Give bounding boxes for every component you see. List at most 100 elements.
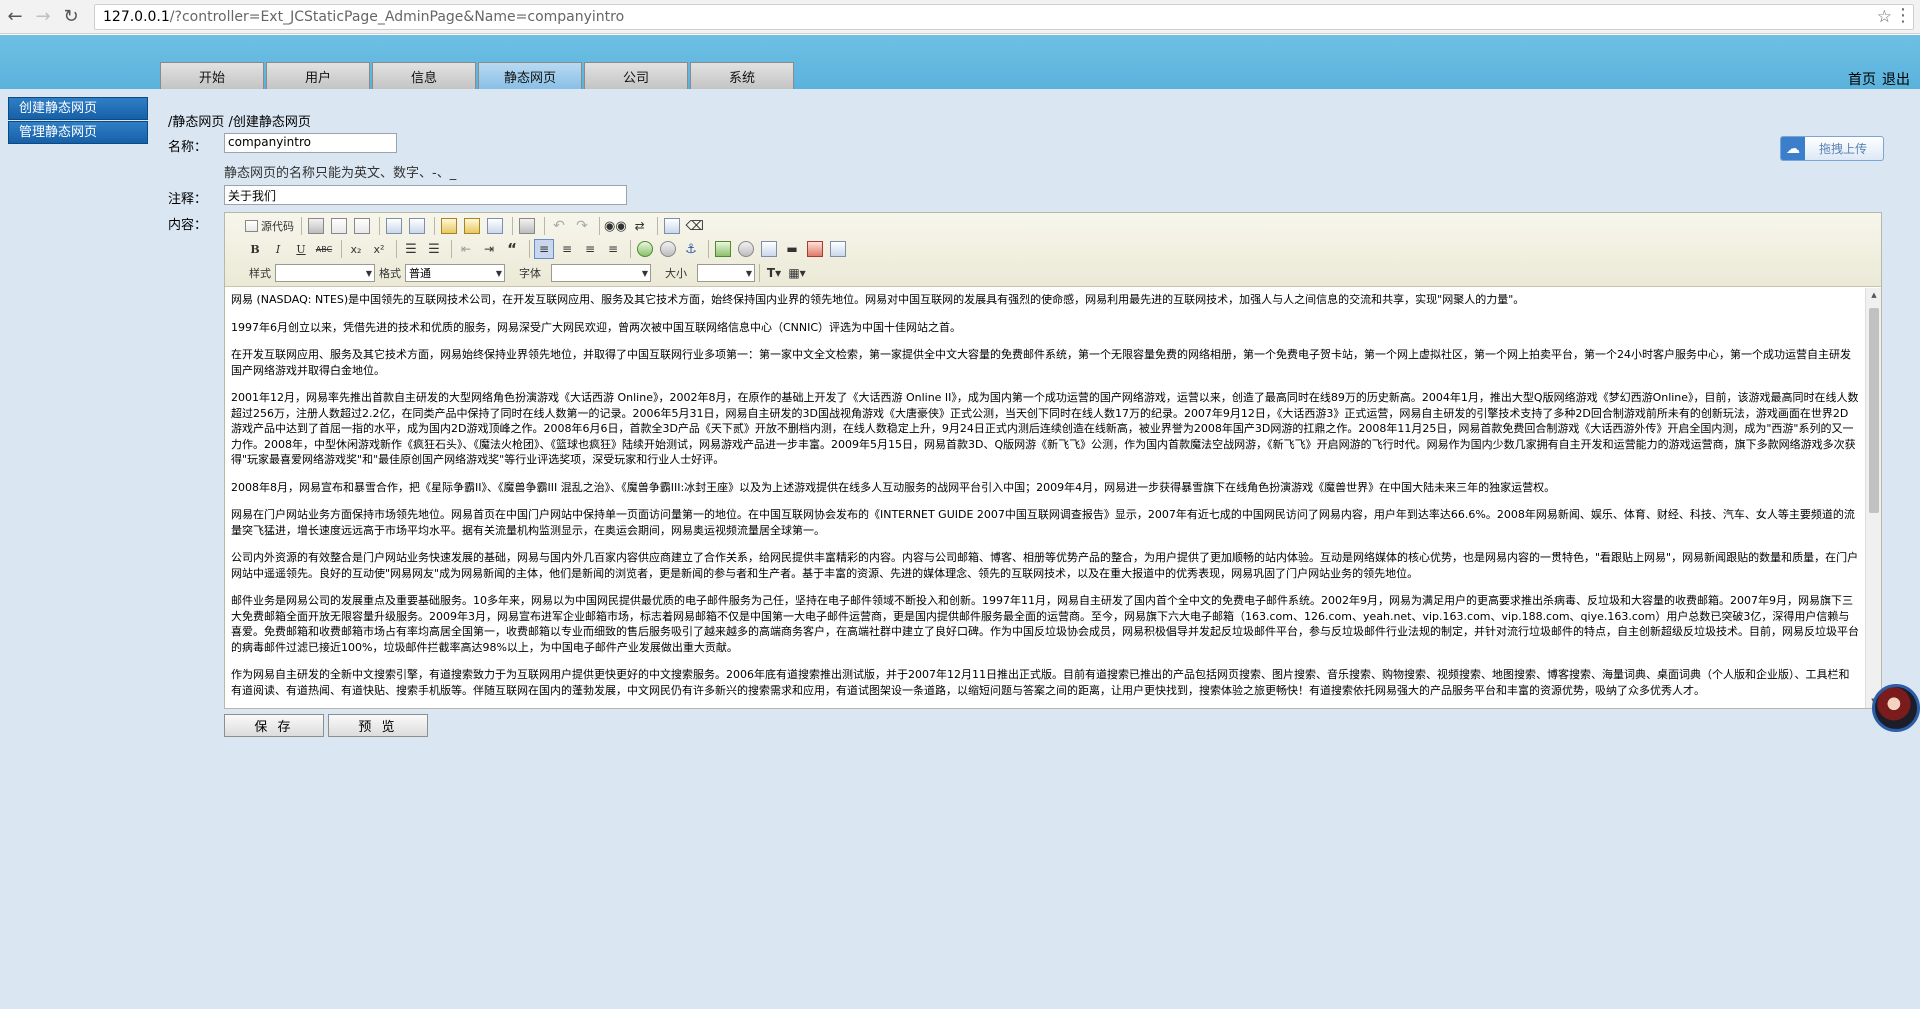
tab-users[interactable]: 用户	[266, 62, 370, 89]
italic-button[interactable]: I	[268, 239, 288, 259]
subscript-button[interactable]: x₂	[346, 239, 366, 259]
reload-icon[interactable]: ↻	[58, 4, 84, 30]
image-button[interactable]	[713, 239, 733, 259]
editor-toolbar: 源代码 ↶ ↷ ◉◉ ⇄ ⌫ B I U ABC x₂ x² ☰ ☰ ⇤ ⇥ “…	[225, 213, 1881, 287]
horizontal-rule-button[interactable]: ▬	[782, 239, 802, 259]
drag-upload-button[interactable]: ☁ 拖拽上传	[1780, 136, 1884, 161]
bulleted-list-icon: ☰	[428, 241, 440, 257]
select-all-button[interactable]	[662, 216, 682, 236]
smiley-button[interactable]	[805, 239, 825, 259]
redo-button[interactable]: ↷	[572, 216, 592, 236]
logout-link[interactable]: 退出	[1882, 72, 1910, 88]
style-dropdown[interactable]: ▼	[275, 264, 375, 282]
tab-system[interactable]: 系统	[690, 62, 794, 89]
editor-scrollbar[interactable]: ▲ ▼	[1865, 288, 1881, 708]
align-left-icon: ≡	[538, 242, 550, 256]
anchor-button[interactable]: ⚓	[681, 239, 701, 259]
align-center-button[interactable]: ≡	[557, 239, 577, 259]
paste-text-button[interactable]	[462, 216, 482, 236]
image-icon	[715, 241, 731, 257]
table-icon	[761, 241, 777, 257]
scrollbar-thumb[interactable]	[1869, 308, 1879, 513]
source-code-label: 源代码	[261, 220, 294, 233]
print-button[interactable]	[517, 216, 537, 236]
superscript-button[interactable]: x²	[369, 239, 389, 259]
toolbar-separator	[529, 240, 530, 258]
editor-content[interactable]: 网易 (NASDAQ: NTES)是中国领先的互联网技术公司，在开发互联网应用、…	[225, 288, 1865, 708]
undo-button[interactable]: ↶	[549, 216, 569, 236]
table-button[interactable]	[759, 239, 779, 259]
size-dropdown[interactable]: ▼	[697, 264, 755, 282]
tab-start[interactable]: 开始	[160, 62, 264, 89]
tab-info[interactable]: 信息	[372, 62, 476, 89]
toolbar-separator	[512, 217, 513, 235]
floating-avatar[interactable]	[1872, 684, 1920, 732]
name-input[interactable]: companyintro	[224, 133, 397, 153]
home-link[interactable]: 首页	[1848, 72, 1876, 88]
quote-icon: “	[507, 240, 517, 258]
tab-company[interactable]: 公司	[584, 62, 688, 89]
outdent-icon: ⇤	[460, 242, 472, 256]
bold-button[interactable]: B	[245, 239, 265, 259]
toolbar-row-3: 样式 ▼ 格式 普通 ▼ 字体 ▼ 大小 ▼ T▾ ▦▾	[245, 262, 810, 284]
text-color-button[interactable]: T▾	[764, 263, 784, 283]
scroll-up-icon[interactable]: ▲	[1866, 288, 1882, 302]
style-label: 样式	[249, 267, 271, 280]
smiley-icon	[807, 241, 823, 257]
underline-button[interactable]: U	[291, 239, 311, 259]
toolbar-separator	[451, 240, 452, 258]
main-tabs: 开始 用户 信息 静态网页 公司 系统	[160, 62, 796, 89]
save-doc-button[interactable]	[306, 216, 326, 236]
format-label: 格式	[379, 267, 401, 280]
paste-word-button[interactable]	[485, 216, 505, 236]
back-icon[interactable]: ←	[2, 4, 28, 30]
align-left-button[interactable]: ≡	[534, 239, 554, 259]
special-char-icon	[830, 241, 846, 257]
browser-toolbar: ← → ↻ 127.0.0.1/?controller=Ext_JCStatic…	[0, 0, 1920, 34]
justify-button[interactable]: ≡	[603, 239, 623, 259]
unlink-button[interactable]	[658, 239, 678, 259]
layout-button[interactable]	[407, 216, 427, 236]
align-right-button[interactable]: ≡	[580, 239, 600, 259]
preview-doc-button[interactable]	[352, 216, 372, 236]
note-input[interactable]: 关于我们	[224, 185, 627, 205]
sidebar-item-manage-pages[interactable]: 管理静态网页	[8, 121, 148, 144]
toolbar-row-2: B I U ABC x₂ x² ☰ ☰ ⇤ ⇥ “ ≡ ≡ ≡ ≡ ⚓ ▬	[245, 238, 851, 260]
link-button[interactable]	[635, 239, 655, 259]
strikethrough-button[interactable]: ABC	[314, 239, 334, 259]
browser-menu-icon[interactable]: ⋮	[1894, 5, 1912, 26]
replace-button[interactable]: ⇄	[630, 216, 650, 236]
paste-button[interactable]	[439, 216, 459, 236]
save-button[interactable]: 保 存	[224, 714, 324, 737]
font-dropdown[interactable]: ▼	[551, 264, 651, 282]
sidebar-item-create-page[interactable]: 创建静态网页	[8, 97, 148, 120]
source-code-button[interactable]: 源代码	[245, 216, 294, 236]
outdent-button[interactable]: ⇤	[456, 239, 476, 259]
find-button[interactable]: ◉◉	[604, 216, 627, 236]
anchor-icon: ⚓	[685, 241, 697, 257]
bulleted-list-button[interactable]: ☰	[424, 239, 444, 259]
preview-button[interactable]: 预 览	[328, 714, 428, 737]
remove-format-button[interactable]: ⌫	[685, 216, 705, 236]
toolbar-row-1: 源代码 ↶ ↷ ◉◉ ⇄ ⌫	[245, 215, 708, 237]
tab-static-pages[interactable]: 静态网页	[478, 62, 582, 89]
content-label: 内容：	[168, 218, 208, 233]
address-bar[interactable]: 127.0.0.1/?controller=Ext_JCStaticPage_A…	[94, 3, 1914, 30]
new-page-button[interactable]	[329, 216, 349, 236]
special-char-button[interactable]	[828, 239, 848, 259]
format-dropdown[interactable]: 普通 ▼	[405, 264, 505, 282]
numbered-list-button[interactable]: ☰	[401, 239, 421, 259]
layout-icon	[409, 218, 425, 234]
chevron-down-icon: ▼	[745, 268, 752, 278]
text-color-icon: T▾	[766, 266, 782, 280]
indent-button[interactable]: ⇥	[479, 239, 499, 259]
bookmark-star-icon[interactable]: ☆	[1877, 7, 1892, 27]
background-color-button[interactable]: ▦▾	[787, 263, 807, 283]
source-code-icon	[245, 220, 258, 232]
blockquote-button[interactable]: “	[502, 239, 522, 259]
templates-button[interactable]	[384, 216, 404, 236]
breadcrumb: /静态网页 /创建静态网页	[168, 115, 311, 130]
forward-icon[interactable]: →	[30, 4, 56, 30]
content-paragraph: 邮件业务是网易公司的发展重点及重要基础服务。10多年来，网易以为中国网民提供最优…	[231, 594, 1859, 654]
flash-button[interactable]	[736, 239, 756, 259]
